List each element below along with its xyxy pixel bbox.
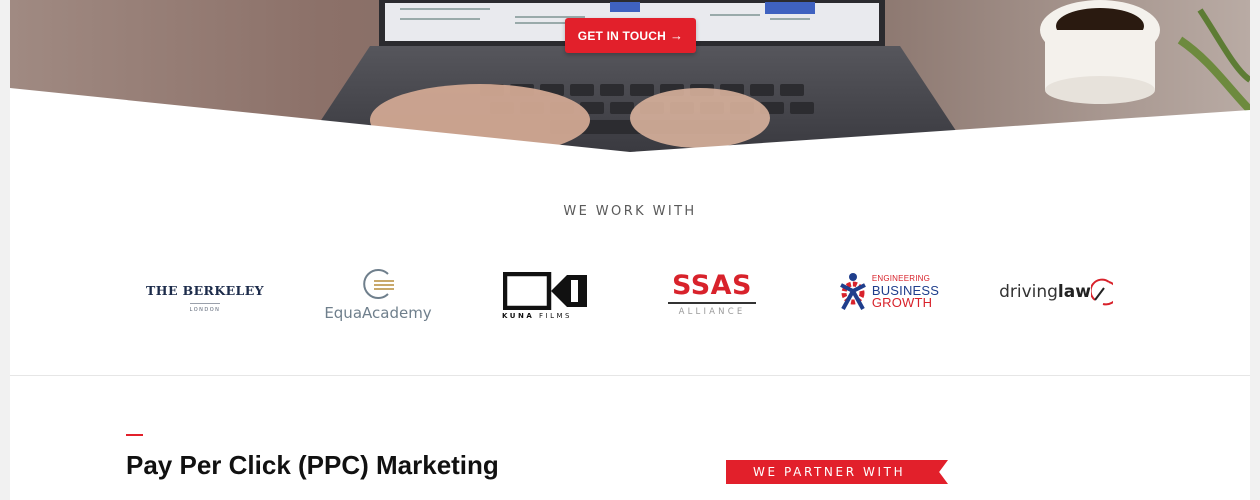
logo-equaacademy: EquaAcademy bbox=[313, 260, 443, 328]
kuna-camera-icon bbox=[503, 272, 587, 310]
arrow-right-icon: → bbox=[669, 28, 684, 43]
logo-ssas-alliance: SSAS ALLIANCE bbox=[662, 268, 762, 320]
logo-equa-name: EquaAcademy bbox=[324, 304, 432, 322]
logo-berkeley-sub: LONDON bbox=[189, 307, 221, 313]
logo-ssas-bar bbox=[668, 302, 756, 304]
logo-kuna-films: KUNA FILMS bbox=[498, 268, 594, 324]
logo-ssas-sub: ALLIANCE bbox=[678, 307, 746, 317]
logo-berkeley-name: THE BERKELEY bbox=[146, 283, 264, 298]
speedometer-icon bbox=[1090, 278, 1113, 306]
logo-kuna-sub: KUNA FILMS bbox=[498, 312, 594, 320]
logo-driving-part2: law bbox=[1057, 282, 1091, 302]
logo-the-berkeley: THE BERKELEY LONDON bbox=[140, 278, 270, 318]
logo-ssas-name: SSAS bbox=[671, 270, 753, 301]
logo-drivinglaw: driving law bbox=[994, 272, 1118, 312]
section-divider bbox=[10, 375, 1250, 376]
title-accent-bar bbox=[126, 434, 143, 436]
clients-section-title: WE WORK WITH bbox=[563, 204, 697, 219]
logo-kuna-bold: KUNA bbox=[502, 312, 535, 320]
logo-driving-part1: driving bbox=[999, 282, 1058, 302]
logo-eng-line3: GROWTH bbox=[871, 295, 933, 310]
page: GET IN TOUCH → WE WORK WITH THE BERKELEY… bbox=[10, 0, 1250, 500]
equa-ring-icon bbox=[363, 269, 394, 299]
get-in-touch-button[interactable]: GET IN TOUCH → bbox=[565, 18, 696, 53]
logo-kuna-light: FILMS bbox=[539, 312, 572, 320]
hero-section: GET IN TOUCH → bbox=[10, 0, 1250, 152]
logo-berkeley-rule bbox=[190, 303, 220, 304]
logo-engineering-business-growth: ENGINEERING BUSINESS GROWTH bbox=[832, 268, 944, 314]
gear-figure-icon bbox=[839, 273, 866, 310]
partner-ribbon: WE PARTNER WITH bbox=[726, 460, 948, 484]
cta-label: GET IN TOUCH bbox=[577, 28, 666, 43]
section-title: Pay Per Click (PPC) Marketing bbox=[126, 450, 499, 480]
logo-eng-words: ENGINEERING BUSINESS GROWTH bbox=[872, 273, 939, 309]
